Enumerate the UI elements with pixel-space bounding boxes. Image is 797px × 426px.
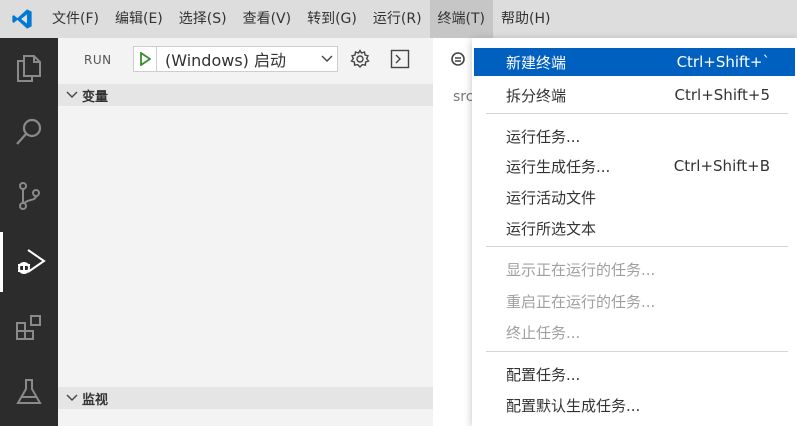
file-tab-icon[interactable] — [450, 51, 466, 71]
menu-item-label: 新建终端 — [506, 53, 567, 72]
watch-section-header[interactable]: 监视 — [58, 387, 433, 409]
menu-view[interactable]: 查看(V) — [235, 0, 300, 38]
menu-item-run-selected-text[interactable]: 运行所选文本 — [474, 214, 795, 242]
menu-item-label: 运行任务... — [506, 127, 581, 146]
files-icon[interactable] — [0, 38, 58, 98]
menu-item-restart-running-task: 重启正在运行的任务... — [474, 287, 795, 315]
menu-help[interactable]: 帮助(H) — [493, 0, 558, 38]
menu-selection[interactable]: 选择(S) — [171, 0, 235, 38]
menu-item-run-build-task[interactable]: 运行生成任务... Ctrl+Shift+B — [474, 152, 795, 180]
menu-item-run-task[interactable]: 运行任务... — [474, 122, 795, 150]
terminal-menu: 新建终端 Ctrl+Shift+` 拆分终端 Ctrl+Shift+5 运行任务… — [472, 38, 797, 426]
menu-separator — [486, 113, 788, 114]
launch-config-select[interactable]: (Windows) 启动 — [133, 46, 338, 72]
menu-item-label: 运行所选文本 — [506, 219, 597, 238]
menu-item-label: 终止任务... — [506, 323, 581, 342]
variables-title: 变量 — [82, 89, 109, 105]
breadcrumb[interactable]: src — [453, 89, 473, 105]
run-debug-icon[interactable] — [0, 232, 58, 292]
menu-item-label: 配置任务... — [506, 365, 581, 384]
play-icon — [140, 52, 151, 66]
menu-run[interactable]: 运行(R) — [365, 0, 430, 38]
menu-item-label: 显示正在运行的任务... — [506, 260, 656, 279]
menu-item-label: 运行生成任务... — [506, 157, 611, 176]
start-debugging-button[interactable] — [134, 47, 157, 71]
menu-edit[interactable]: 编辑(E) — [107, 0, 171, 38]
menu-item-shortcut: Ctrl+Shift+5 — [674, 86, 770, 104]
search-icon[interactable] — [0, 102, 58, 162]
menu-item-configure-tasks[interactable]: 配置任务... — [474, 360, 795, 388]
menubar: 文件(F) 编辑(E) 选择(S) 查看(V) 转到(G) 运行(R) 终端(T… — [0, 0, 797, 38]
chevron-down-icon — [62, 394, 82, 402]
menu-item-label: 运行活动文件 — [506, 188, 597, 207]
menu-item-configure-default-build-task[interactable]: 配置默认生成任务... — [474, 391, 795, 419]
menu-item-shortcut: Ctrl+Shift+` — [676, 53, 770, 71]
menu-item-label: 拆分终端 — [506, 86, 567, 105]
menu-go[interactable]: 转到(G) — [299, 0, 365, 38]
variables-section-header[interactable]: 变量 — [58, 84, 433, 106]
menu-item-label: 重启正在运行的任务... — [506, 292, 656, 311]
run-label: RUN — [84, 53, 112, 67]
menu-item-label: 配置默认生成任务... — [506, 396, 641, 415]
menu-item-split-terminal[interactable]: 拆分终端 Ctrl+Shift+5 — [474, 81, 795, 109]
run-debug-sidebar: RUN (Windows) 启动 变量 监视 — [58, 38, 433, 426]
chevron-down-icon — [62, 91, 82, 99]
menu-terminal[interactable]: 终端(T) — [429, 0, 494, 38]
menu-separator — [486, 246, 788, 247]
source-control-icon[interactable] — [0, 166, 58, 226]
menu-item-run-active-file[interactable]: 运行活动文件 — [474, 183, 795, 211]
debug-console-icon[interactable] — [390, 49, 410, 73]
launch-config-value: (Windows) 启动 — [165, 51, 286, 70]
gear-icon[interactable] — [350, 49, 370, 73]
menu-item-new-terminal[interactable]: 新建终端 Ctrl+Shift+` — [474, 48, 795, 76]
watch-title: 监视 — [82, 392, 109, 408]
menu-item-shortcut: Ctrl+Shift+B — [673, 157, 770, 175]
variables-pane — [58, 106, 433, 382]
extensions-icon[interactable] — [0, 298, 58, 358]
vscode-logo-icon — [0, 0, 44, 38]
chevron-down-icon — [317, 47, 337, 71]
menu-file[interactable]: 文件(F) — [44, 0, 107, 38]
testing-icon[interactable] — [0, 362, 58, 422]
menu-item-show-running-tasks: 显示正在运行的任务... — [474, 255, 795, 283]
menu-item-terminate-task: 终止任务... — [474, 318, 795, 346]
menu-separator — [486, 351, 788, 352]
activity-bar — [0, 38, 58, 426]
